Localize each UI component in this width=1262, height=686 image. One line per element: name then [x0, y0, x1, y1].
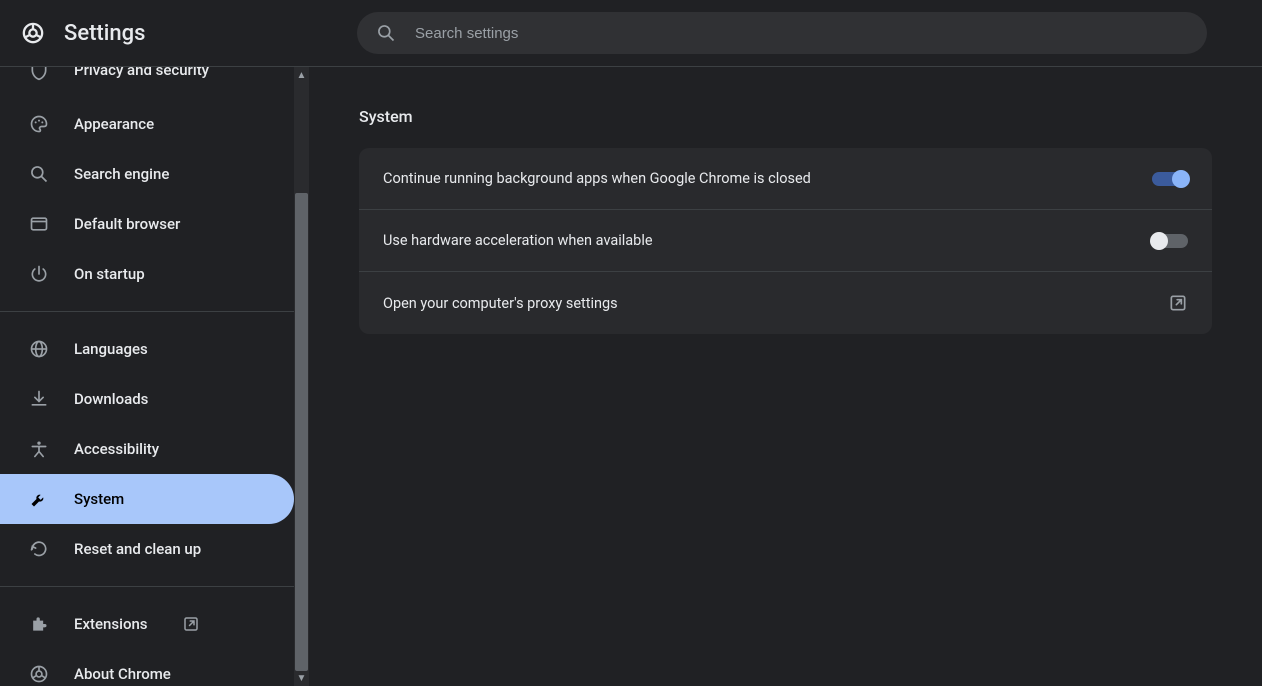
sidebar-item-about[interactable]: About Chrome: [0, 649, 294, 686]
sidebar-item-a11y[interactable]: Accessibility: [0, 424, 294, 474]
row-hardware-accel[interactable]: Use hardware acceleration when available: [359, 210, 1212, 272]
sidebar-item-label: Default browser: [74, 215, 180, 233]
scroll-up-icon[interactable]: ▲: [294, 67, 309, 83]
toggle-background-apps[interactable]: [1152, 172, 1188, 186]
search-input[interactable]: [415, 25, 1189, 42]
sidebar-item-reset[interactable]: Reset and clean up: [0, 524, 294, 574]
sidebar-item-label: On startup: [74, 265, 145, 283]
row-label: Continue running background apps when Go…: [383, 170, 811, 187]
sidebar-item-label: Appearance: [74, 115, 154, 133]
page-title: Settings: [64, 21, 145, 46]
sidebar-item-label: System: [74, 490, 124, 508]
puzzle-icon: [28, 614, 50, 634]
sidebar-item-label: About Chrome: [74, 665, 171, 683]
scroll-down-icon[interactable]: ▼: [294, 670, 309, 686]
section-title: System: [359, 107, 1212, 126]
sidebar: Privacy and security Appearance Search eng…: [0, 67, 294, 686]
sidebar-divider: [0, 586, 294, 587]
scroll-thumb[interactable]: [295, 193, 308, 671]
sidebar-divider: [0, 311, 294, 312]
sidebar-scrollbar[interactable]: ▲ ▼: [294, 67, 309, 686]
row-label: Use hardware acceleration when available: [383, 232, 653, 249]
chrome-logo-icon: [22, 21, 44, 45]
sidebar-item-downloads[interactable]: Downloads: [0, 374, 294, 424]
header: Settings: [0, 0, 1262, 67]
toggle-hardware-accel[interactable]: [1152, 234, 1188, 248]
body: Privacy and security Appearance Search eng…: [0, 67, 1262, 686]
open-external-icon: [182, 615, 200, 633]
row-background-apps[interactable]: Continue running background apps when Go…: [359, 148, 1212, 210]
main-content: System Continue running background apps …: [309, 67, 1262, 686]
wrench-icon: [28, 489, 50, 509]
download-icon: [28, 389, 50, 409]
accessibility-icon: [28, 439, 50, 459]
header-left: Settings: [22, 21, 357, 46]
search-bar[interactable]: [357, 12, 1207, 54]
open-external-icon: [1168, 293, 1188, 313]
sidebar-container: Privacy and security Appearance Search eng…: [0, 67, 309, 686]
shield-icon: [28, 67, 50, 81]
sidebar-item-label: Languages: [74, 340, 148, 358]
palette-icon: [28, 114, 50, 134]
sidebar-item-extensions[interactable]: Extensions: [0, 599, 294, 649]
row-label: Open your computer's proxy settings: [383, 295, 618, 312]
sidebar-item-label: Extensions: [74, 615, 148, 633]
restore-icon: [28, 539, 50, 559]
browser-icon: [28, 214, 50, 234]
sidebar-item-label: Accessibility: [74, 440, 159, 458]
sidebar-item-label: Reset and clean up: [74, 540, 201, 558]
sidebar-item-label: Privacy and security: [74, 67, 209, 79]
sidebar-item-search[interactable]: Search engine: [0, 149, 294, 199]
sidebar-item-label: Downloads: [74, 390, 148, 408]
sidebar-item-label: Search engine: [74, 165, 169, 183]
sidebar-item-appearance[interactable]: Appearance: [0, 99, 294, 149]
sidebar-item-privacy[interactable]: Privacy and security: [0, 67, 294, 99]
search-icon: [375, 23, 397, 43]
globe-icon: [28, 339, 50, 359]
sidebar-item-system[interactable]: System: [0, 474, 294, 524]
sidebar-item-startup[interactable]: On startup: [0, 249, 294, 299]
settings-card: Continue running background apps when Go…: [359, 148, 1212, 334]
chrome-icon: [28, 664, 50, 684]
sidebar-item-languages[interactable]: Languages: [0, 324, 294, 374]
sidebar-item-default[interactable]: Default browser: [0, 199, 294, 249]
search-icon: [28, 164, 50, 184]
row-proxy-settings[interactable]: Open your computer's proxy settings: [359, 272, 1212, 334]
power-icon: [28, 264, 50, 284]
